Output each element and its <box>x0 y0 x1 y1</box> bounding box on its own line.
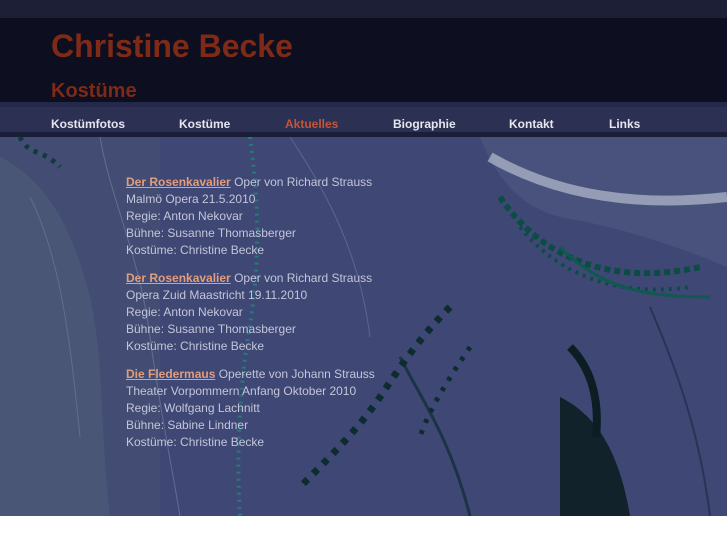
entry-kostueme: Kostüme: Christine Becke <box>126 243 265 257</box>
content-area: Der Rosenkavalier Oper von Richard Strau… <box>0 137 727 516</box>
site-subtitle: Kostüme <box>51 80 137 102</box>
news-entry: Der Rosenkavalier Oper von Richard Strau… <box>126 270 375 355</box>
nav-item-links[interactable]: Links <box>609 117 640 131</box>
entry-venue: Theater Vorpommern Anfang Oktober 2010 <box>126 384 357 398</box>
entry-kostueme: Kostüme: Christine Becke <box>126 339 265 353</box>
production-link[interactable]: Der Rosenkavalier <box>126 175 231 189</box>
production-description: Oper von Richard Strauss <box>230 271 373 285</box>
entry-title-line: Der Rosenkavalier Oper von Richard Strau… <box>126 270 375 287</box>
production-description: Oper von Richard Strauss <box>230 175 373 189</box>
production-link[interactable]: Die Fledermaus <box>126 367 215 381</box>
production-description: Operette von Johann Strauss <box>215 367 375 381</box>
entry-title-line: Die Fledermaus Operette von Johann Strau… <box>126 366 375 383</box>
entry-buehne: Bühne: Sabine Lindner <box>126 418 249 432</box>
entry-buehne: Bühne: Susanne Thomasberger <box>126 322 296 336</box>
entry-regie: Regie: Anton Nekovar <box>126 305 243 319</box>
news-entry: Der Rosenkavalier Oper von Richard Strau… <box>126 174 375 259</box>
top-strip <box>0 0 727 18</box>
nav-item-kostueme[interactable]: Kostüme <box>179 117 230 131</box>
nav-item-aktuelles[interactable]: Aktuelles <box>285 117 338 131</box>
entry-regie: Regie: Wolfgang Lachnitt <box>126 401 260 415</box>
entry-title-line: Der Rosenkavalier Oper von Richard Strau… <box>126 174 375 191</box>
nav-item-biographie[interactable]: Biographie <box>393 117 456 131</box>
news-entry: Die Fledermaus Operette von Johann Strau… <box>126 366 375 451</box>
entry-regie: Regie: Anton Nekovar <box>126 209 243 223</box>
production-link[interactable]: Der Rosenkavalier <box>126 271 231 285</box>
entry-kostueme: Kostüme: Christine Becke <box>126 435 265 449</box>
nav-item-kontakt[interactable]: Kontakt <box>509 117 554 131</box>
entry-buehne: Bühne: Susanne Thomasberger <box>126 226 296 240</box>
news-list: Der Rosenkavalier Oper von Richard Strau… <box>126 174 375 462</box>
site-title: Christine Becke <box>51 28 293 64</box>
nav-item-kostuemfotos[interactable]: Kostümfotos <box>51 117 125 131</box>
entry-venue: Opera Zuid Maastricht 19.11.2010 <box>126 288 308 302</box>
entry-venue: Malmö Opera 21.5.2010 <box>126 192 256 206</box>
